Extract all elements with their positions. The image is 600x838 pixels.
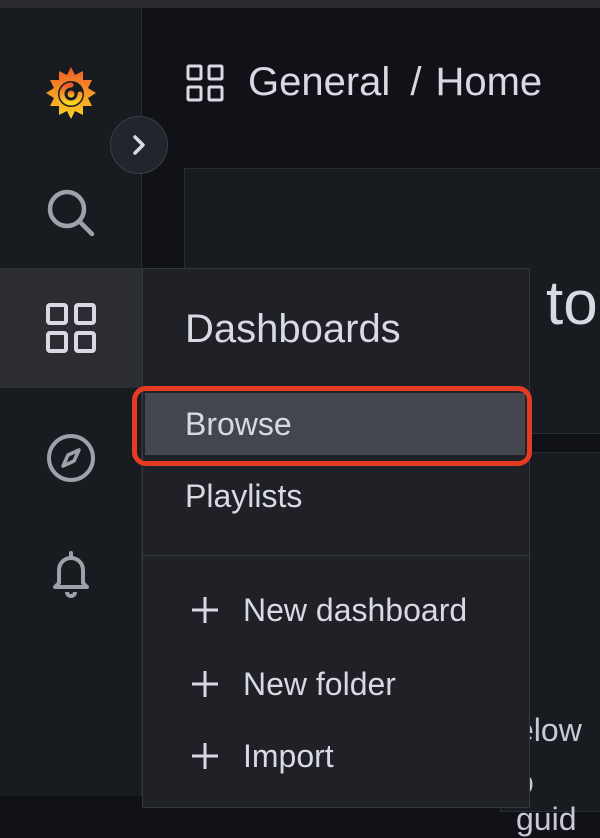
breadcrumb-separator: /: [410, 60, 422, 104]
menu-item-label: New folder: [243, 665, 396, 702]
menu-item-playlists[interactable]: Playlists: [143, 465, 529, 527]
nav-explore[interactable]: [0, 398, 141, 518]
dashboards-grid-icon: [45, 303, 96, 353]
plus-icon: [185, 595, 225, 625]
nav-dashboards[interactable]: [0, 268, 141, 388]
menu-item-label: Playlists: [185, 477, 303, 514]
menu-item-label: Import: [243, 737, 334, 774]
flyout-title[interactable]: Dashboards: [185, 307, 401, 352]
welcome-heading-fragment: to: [546, 269, 598, 338]
breadcrumb-page: Home: [435, 60, 543, 104]
menu-item-new-folder[interactable]: New folder: [143, 653, 529, 715]
plus-icon: [185, 669, 225, 699]
nav-search[interactable]: [0, 158, 141, 268]
search-icon: [47, 189, 94, 237]
top-strip: [0, 0, 600, 8]
menu-divider: [143, 555, 529, 556]
breadcrumb: General / Home: [186, 60, 542, 105]
dashboard-grid-icon: [186, 64, 224, 102]
menu-item-import[interactable]: Import: [143, 725, 529, 787]
compass-icon: [46, 434, 95, 482]
plus-icon: [185, 741, 225, 771]
grafana-logo-icon: [45, 67, 96, 119]
dashboards-flyout-menu: Dashboards Browse Playlists New dashboar…: [142, 268, 530, 808]
nav-alerting[interactable]: [0, 518, 141, 628]
menu-item-label: New dashboard: [243, 591, 468, 628]
breadcrumb-section[interactable]: General: [248, 60, 390, 105]
bell-icon: [52, 551, 89, 598]
browse-highlight-annotation: [132, 386, 532, 466]
menu-item-new-dashboard[interactable]: New dashboard: [143, 579, 529, 641]
chevron-right-icon: [133, 135, 145, 155]
expand-sidebar-button[interactable]: [110, 116, 168, 174]
